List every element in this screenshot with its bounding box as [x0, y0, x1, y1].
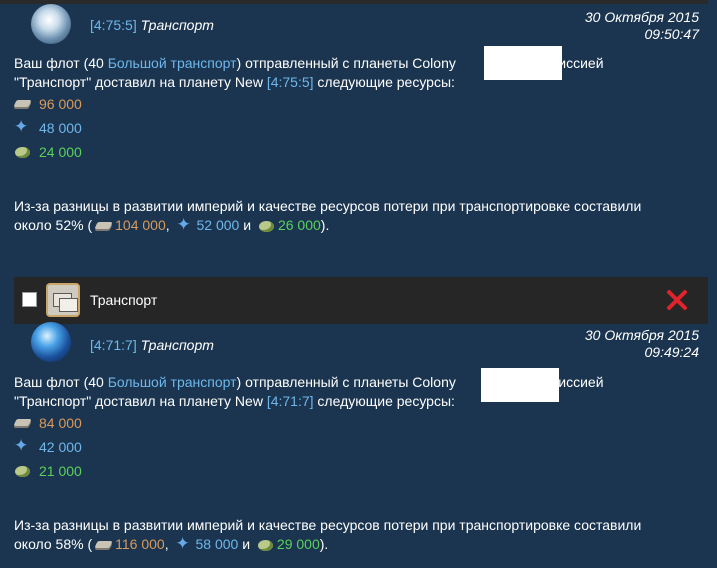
deuterium-row: 24 000 [14, 140, 717, 164]
loss-metal: 116 000 [115, 536, 165, 552]
deuterium-icon [14, 145, 32, 159]
loss-text: Из-за разницы в развитии империй и качес… [14, 197, 674, 235]
metal-value: 96 000 [39, 95, 82, 112]
metal-icon [14, 97, 32, 111]
coords-link[interactable]: [4:75:5] [90, 17, 137, 33]
crystal-row: 48 000 [14, 116, 717, 140]
target-coords-link[interactable]: [4:75:5] [267, 74, 314, 90]
deuterium-value: 24 000 [39, 143, 82, 160]
fleet-text: Ваш флот (40 Большой транспорт) отправле… [14, 55, 604, 90]
messages-icon [46, 283, 80, 317]
crystal-value: 42 000 [39, 438, 82, 455]
loss-deuterium: 26 000 [277, 217, 321, 233]
message-date: 30 Октября 2015 09:50:47 [585, 9, 699, 43]
ship-link[interactable]: Большой транспорт [108, 55, 237, 71]
metal-icon [95, 538, 112, 550]
redaction-box [484, 46, 562, 80]
date-label: 30 Октября 2015 [584, 327, 699, 343]
message-type-label: Транспорт [90, 292, 158, 308]
message-title: [4:71:7] Транспорт [90, 337, 214, 353]
crystal-icon [175, 534, 192, 553]
select-checkbox[interactable] [22, 292, 37, 307]
loss-crystal: 52 000 [196, 217, 240, 233]
planet-avatar [31, 4, 71, 44]
metal-icon [95, 219, 112, 231]
planet-avatar [31, 322, 71, 362]
deuterium-value: 21 000 [39, 462, 82, 479]
fleet-text: Ваш флот (40 Большой транспорт) отправле… [14, 374, 604, 409]
message-1: [4:75:5] Транспорт 30 Октября 2015 09:50… [0, 0, 717, 235]
coords-link[interactable]: [4:71:7] [90, 337, 137, 353]
message-header: [4:75:5] Транспорт 30 Октября 2015 09:50… [0, 0, 717, 44]
crystal-icon [14, 436, 32, 455]
message-title: [4:75:5] Транспорт [90, 17, 214, 33]
message-body: Ваш флот (40 Большой транспорт) отправле… [0, 373, 717, 554]
date-label: 30 Октября 2015 [584, 9, 699, 25]
metal-icon [14, 416, 32, 430]
deuterium-icon [258, 219, 275, 232]
metal-value: 84 000 [39, 414, 82, 431]
deuterium-row: 21 000 [14, 459, 717, 483]
deuterium-icon [257, 538, 274, 551]
message-subject: Транспорт [140, 17, 214, 33]
loss-crystal: 58 000 [195, 536, 239, 552]
deuterium-icon [14, 464, 32, 478]
time-label: 09:50:47 [644, 26, 700, 42]
loss-text: Из-за разницы в развитии империй и качес… [14, 516, 674, 554]
message-toolbar: Транспорт [14, 277, 708, 324]
message-2: [4:71:7] Транспорт 30 Октября 2015 09:49… [0, 318, 717, 554]
time-label: 09:49:24 [644, 344, 700, 360]
crystal-icon [177, 215, 194, 234]
loss-deuterium: 29 000 [276, 536, 320, 552]
redaction-box [481, 368, 559, 402]
message-subject: Транспорт [140, 337, 214, 353]
message-body: Ваш флот (40 Большой транспорт) отправле… [0, 54, 717, 235]
crystal-row: 42 000 [14, 435, 717, 459]
crystal-icon [14, 117, 32, 136]
close-icon[interactable] [666, 289, 688, 311]
metal-row: 96 000 [14, 92, 717, 116]
crystal-value: 48 000 [39, 119, 82, 136]
ship-link[interactable]: Большой транспорт [108, 374, 237, 390]
loss-metal: 104 000 [115, 217, 166, 233]
metal-row: 84 000 [14, 411, 717, 435]
message-header: [4:71:7] Транспорт 30 Октября 2015 09:49… [0, 318, 717, 362]
target-coords-link[interactable]: [4:71:7] [267, 393, 314, 409]
message-date: 30 Октября 2015 09:49:24 [585, 327, 699, 361]
